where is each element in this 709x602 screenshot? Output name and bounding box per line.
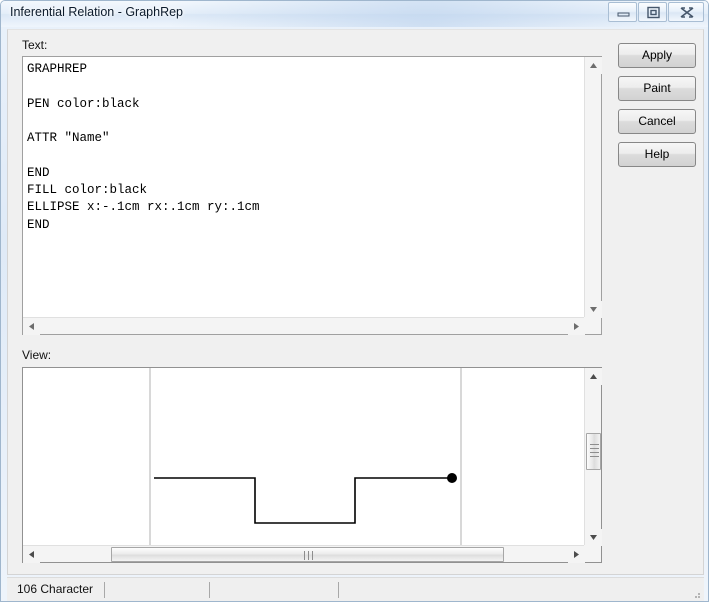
view-horizontal-scroll-thumb[interactable]	[111, 547, 504, 562]
text-scroll-left-button[interactable]	[23, 318, 40, 335]
view-vertical-scrollbar[interactable]	[584, 368, 602, 546]
graphrep-preview-drawing	[149, 368, 462, 546]
graphrep-text-editor[interactable]: GRAPHREP PEN color:black ATTR "Name" END…	[22, 56, 602, 335]
graphrep-preview-pane[interactable]	[22, 367, 602, 563]
restore-icon	[647, 6, 660, 19]
text-scrollbar-corner	[584, 317, 601, 334]
status-separator-3	[338, 582, 339, 598]
view-scrollbar-corner	[584, 545, 601, 562]
preview-ellipse-dot	[447, 473, 457, 483]
minimize-button[interactable]	[608, 2, 637, 22]
chevron-up-icon	[590, 374, 597, 379]
title-bar[interactable]: Inferential Relation - GraphRep	[1, 1, 708, 27]
chevron-down-icon	[590, 307, 597, 312]
preview-polyline	[154, 477, 452, 524]
graphrep-text-content[interactable]: GRAPHREP PEN color:black ATTR "Name" END…	[23, 57, 585, 318]
window-title: Inferential Relation - GraphRep	[10, 5, 184, 19]
chevron-right-icon	[574, 323, 579, 330]
help-button[interactable]: Help	[618, 142, 696, 167]
close-button[interactable]	[668, 2, 704, 22]
graphrep-preview-canvas[interactable]	[23, 368, 585, 546]
chevron-right-icon	[574, 551, 579, 558]
status-separator-2	[209, 582, 210, 598]
text-horizontal-scrollbar[interactable]	[23, 317, 585, 335]
chevron-left-icon	[29, 551, 34, 558]
view-horizontal-scrollbar[interactable]	[23, 545, 585, 563]
application-window: Inferential Relation - GraphRep Text: GR…	[0, 0, 709, 602]
preview-guide-lines	[149, 368, 462, 546]
status-bar: 106 Character	[7, 577, 704, 601]
paint-button[interactable]: Paint	[618, 76, 696, 101]
view-vertical-scroll-thumb[interactable]	[586, 433, 601, 470]
text-vertical-scrollbar[interactable]	[584, 57, 602, 318]
view-scroll-right-button[interactable]	[568, 546, 585, 563]
text-field-label: Text:	[22, 38, 48, 52]
view-field-label: View:	[22, 348, 52, 362]
chevron-left-icon	[29, 323, 34, 330]
text-scroll-up-button[interactable]	[585, 57, 602, 74]
status-separator-1	[104, 582, 105, 598]
view-scroll-up-button[interactable]	[585, 368, 602, 385]
graphrep-source-code[interactable]: GRAPHREP PEN color:black ATTR "Name" END…	[27, 61, 582, 234]
cancel-button[interactable]: Cancel	[618, 109, 696, 134]
chevron-down-icon	[590, 535, 597, 540]
text-scroll-down-button[interactable]	[585, 301, 602, 318]
status-character-count: 106 Character	[17, 582, 94, 596]
close-icon	[680, 7, 694, 18]
minimize-icon	[617, 12, 630, 17]
chevron-up-icon	[590, 63, 597, 68]
resize-grip-icon[interactable]	[690, 588, 702, 600]
text-scroll-right-button[interactable]	[568, 318, 585, 335]
view-scroll-left-button[interactable]	[23, 546, 40, 563]
apply-button[interactable]: Apply	[618, 43, 696, 68]
dialog-client-area: Text: GRAPHREP PEN color:black ATTR "Nam…	[7, 29, 704, 575]
restore-button[interactable]	[638, 2, 667, 22]
view-scroll-down-button[interactable]	[585, 529, 602, 546]
